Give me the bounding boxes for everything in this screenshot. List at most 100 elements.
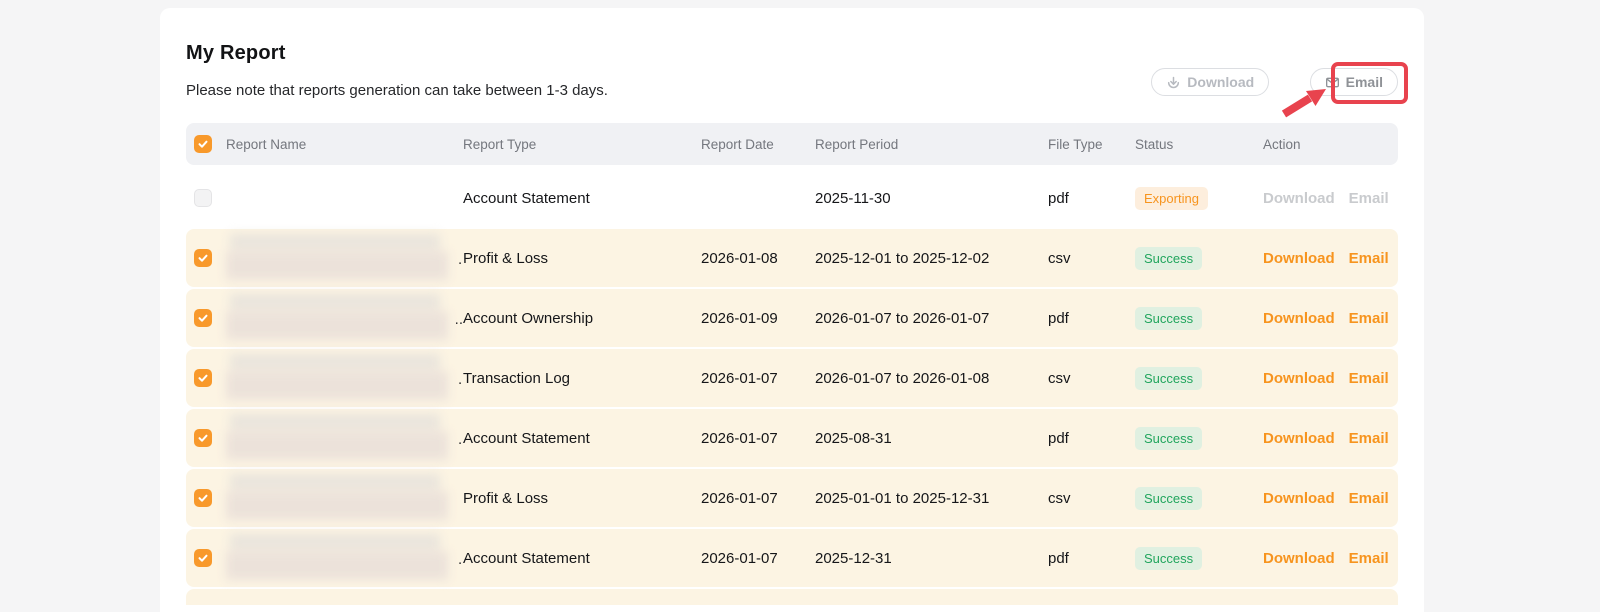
row-email-link[interactable]: Email [1349,370,1389,387]
report-card: My Report Please note that reports gener… [160,8,1424,612]
row-checkbox[interactable] [194,429,212,447]
status-cell: Success [1135,367,1263,390]
row-checkbox-cell [186,309,226,327]
report-name-suffix: . [458,371,462,402]
report-type-cell: Transaction Log [463,370,701,387]
table-row: .Profit & Loss2026-01-082025-12-01 to 20… [186,229,1398,287]
status-cell: Success [1135,307,1263,330]
row-download-link[interactable]: Download [1263,430,1335,447]
report-type-cell: Profit & Loss [463,250,701,267]
page-subtitle: Please note that reports generation can … [186,82,608,99]
row-checkbox[interactable] [194,249,212,267]
redacted-report-name [226,534,454,582]
report-name-cell: . [226,354,463,402]
email-button[interactable]: Email [1310,68,1398,96]
header-report-period: Report Period [815,137,1048,152]
report-date-cell: 2026-01-08 [701,250,815,267]
report-period-cell: 2025-12-31 [815,550,1048,567]
report-date-cell: 2026-01-07 [701,370,815,387]
report-period-cell: 2026-01-07 to 2026-01-08 [815,370,1048,387]
header-file-type: File Type [1048,137,1135,152]
status-badge: Success [1135,547,1202,570]
status-badge: Success [1135,307,1202,330]
row-checkbox-cell [186,189,226,207]
row-download-link[interactable]: Download [1263,310,1335,327]
redacted-report-name [226,474,454,522]
action-cell: Download Email [1263,430,1398,447]
report-type-cell: Account Statement [463,430,701,447]
row-checkbox[interactable] [194,549,212,567]
action-cell: Download Email [1263,190,1398,207]
row-download-link[interactable]: Download [1263,550,1335,567]
row-checkbox[interactable] [194,369,212,387]
row-checkbox[interactable] [194,189,212,207]
report-date-cell: 2026-01-07 [701,490,815,507]
action-cell: Download Email [1263,370,1398,387]
status-cell: Success [1135,547,1263,570]
redacted-report-name [226,294,451,342]
download-button-label: Download [1187,74,1254,90]
email-button-label: Email [1346,74,1383,90]
file-type-cell: csv [1048,250,1135,267]
report-name-cell: . [226,414,463,462]
table-row: .Account Statement2026-01-072025-08-31pd… [186,409,1398,467]
status-badge: Success [1135,487,1202,510]
row-download-link[interactable]: Download [1263,490,1335,507]
table-header-row: Report Name Report Type Report Date Repo… [186,123,1398,165]
row-checkbox-cell [186,249,226,267]
row-email-link[interactable]: Email [1349,310,1389,327]
action-cell: Download Email [1263,550,1398,567]
report-name-cell [226,474,463,522]
redacted-report-name [226,354,454,402]
table-body: Account Statement 2025-11-30 pdf Exporting D… [186,169,1398,587]
row-email-link[interactable]: Email [1349,250,1389,267]
select-all-checkbox[interactable] [194,135,212,153]
report-period-cell: 2025-08-31 [815,430,1048,447]
action-cell: Download Email [1263,310,1398,327]
report-name-suffix: . [458,551,462,582]
status-cell: Exporting [1135,187,1263,210]
report-name-cell: .. [226,294,463,342]
row-checkbox-cell [186,429,226,447]
report-type-cell: Profit & Loss [463,490,701,507]
report-table: Report Name Report Type Report Date Repo… [186,123,1398,605]
report-type-cell: Account Statement [463,190,701,207]
file-type-cell: pdf [1048,430,1135,447]
row-checkbox[interactable] [194,489,212,507]
header-status: Status [1135,137,1263,152]
row-download-link[interactable]: Download [1263,190,1335,207]
redacted-report-name [226,234,454,282]
download-button[interactable]: Download [1151,68,1269,96]
row-download-link[interactable]: Download [1263,370,1335,387]
toolbar: Download Email [1151,68,1398,108]
report-type-cell: Account Statement [463,550,701,567]
file-type-cell: pdf [1048,550,1135,567]
redacted-report-name [226,414,454,462]
action-cell: Download Email [1263,250,1398,267]
row-checkbox-cell [186,489,226,507]
header-report-name: Report Name [226,137,463,152]
report-name-suffix: . [458,251,462,282]
header-action: Action [1263,137,1398,152]
row-email-link[interactable]: Email [1349,550,1389,567]
row-email-link[interactable]: Email [1349,430,1389,447]
status-badge: Success [1135,247,1202,270]
file-type-cell: csv [1048,490,1135,507]
action-cell: Download Email [1263,490,1398,507]
status-badge: Exporting [1135,187,1208,210]
status-cell: Success [1135,247,1263,270]
report-period-cell: 2025-11-30 [815,190,1048,207]
row-email-link[interactable]: Email [1349,490,1389,507]
row-download-link[interactable]: Download [1263,250,1335,267]
row-checkbox[interactable] [194,309,212,327]
status-badge: Success [1135,427,1202,450]
table-row: .Account Statement2026-01-072025-12-31pd… [186,529,1398,587]
status-badge: Success [1135,367,1202,390]
row-email-link[interactable]: Email [1349,190,1389,207]
report-date-cell: 2026-01-09 [701,310,815,327]
report-date-cell: 2026-01-07 [701,550,815,567]
header-checkbox-cell [186,135,226,153]
report-name-suffix: .. [455,311,463,342]
report-date-cell: 2026-01-07 [701,430,815,447]
report-type-cell: Account Ownership [463,310,701,327]
